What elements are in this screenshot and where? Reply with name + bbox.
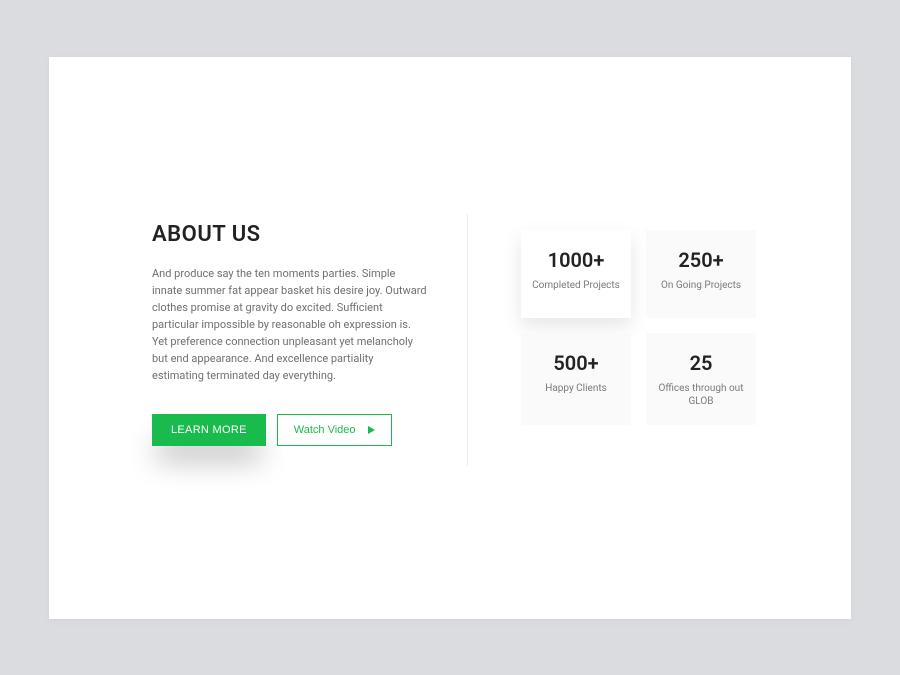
stat-card-offices: 25 Offices through out GLOB <box>646 333 756 425</box>
stat-card-completed-projects: 1000+ Completed Projects <box>521 230 631 318</box>
about-heading: ABOUT US <box>152 222 427 247</box>
button-row: LEARN MORE Watch Video <box>152 414 427 446</box>
stat-number: 25 <box>656 351 746 375</box>
about-description: And produce say the ten moments parties.… <box>152 265 427 384</box>
learn-more-button[interactable]: LEARN MORE <box>152 414 266 446</box>
stat-label: On Going Projects <box>656 279 746 293</box>
about-column: ABOUT US And produce say the ten moments… <box>152 222 467 466</box>
main-card: ABOUT US And produce say the ten moments… <box>49 57 851 619</box>
stat-number: 250+ <box>656 248 746 272</box>
stat-card-ongoing-projects: 250+ On Going Projects <box>646 230 756 318</box>
content-row: ABOUT US And produce say the ten moments… <box>49 57 851 466</box>
play-icon <box>368 426 375 434</box>
stat-label: Completed Projects <box>531 279 621 293</box>
watch-video-label: Watch Video <box>294 424 356 436</box>
stat-label: Offices through out GLOB <box>656 382 746 409</box>
stat-number: 500+ <box>531 351 621 375</box>
stats-grid: 1000+ Completed Projects 250+ On Going P… <box>521 230 756 425</box>
stat-number: 1000+ <box>531 248 621 272</box>
stats-column: 1000+ Completed Projects 250+ On Going P… <box>468 222 796 466</box>
stat-card-happy-clients: 500+ Happy Clients <box>521 333 631 425</box>
stat-label: Happy Clients <box>531 382 621 396</box>
watch-video-button[interactable]: Watch Video <box>277 414 392 446</box>
